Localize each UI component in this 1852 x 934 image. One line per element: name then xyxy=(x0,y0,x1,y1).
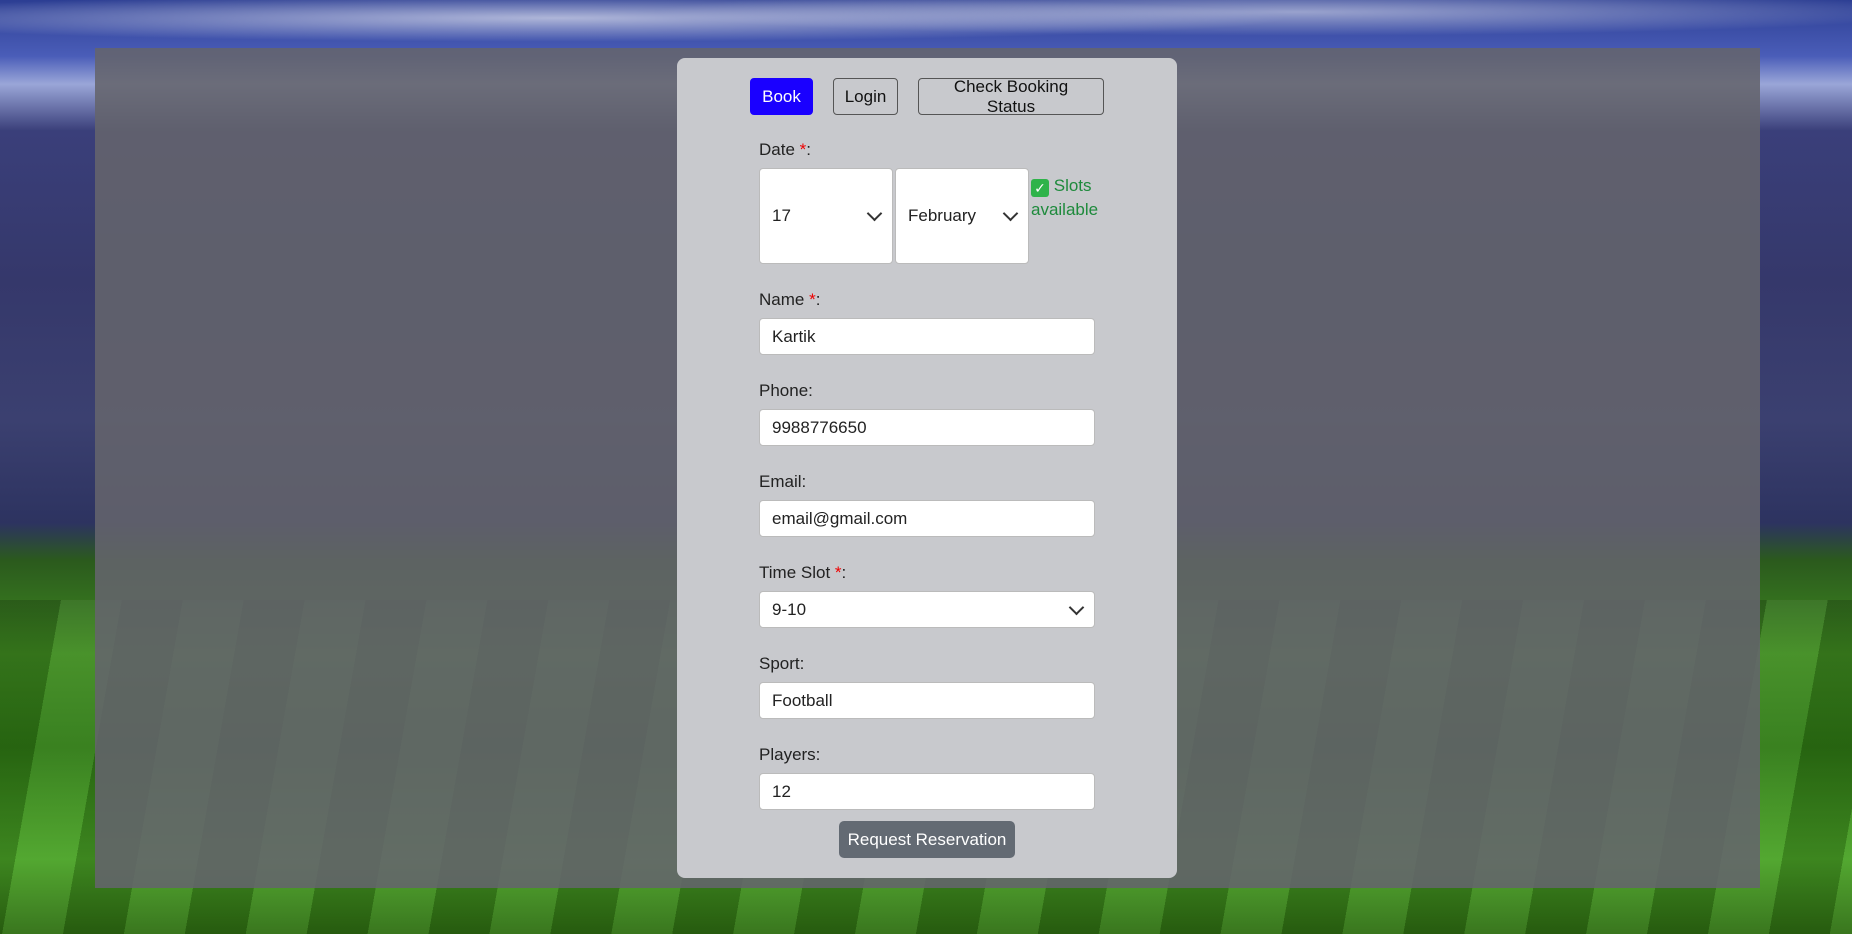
required-mark: * xyxy=(809,290,816,309)
check-mark-icon: ✓ xyxy=(1031,179,1049,197)
players-group: Players: 12 xyxy=(759,743,1095,810)
sport-label: Sport: xyxy=(759,654,805,673)
date-group: Date *: 17 February ✓ Slots available xyxy=(759,138,1098,264)
email-group: Email: email@gmail.com xyxy=(759,470,1095,537)
date-label: Date *: xyxy=(759,140,811,159)
request-reservation-button[interactable]: Request Reservation xyxy=(839,821,1015,858)
chevron-down-icon xyxy=(1068,599,1085,615)
date-row: 17 February ✓ Slots available xyxy=(759,168,1098,264)
name-group: Name *: Kartik xyxy=(759,288,1095,355)
players-input[interactable]: 12 xyxy=(759,773,1095,810)
login-tab-button[interactable]: Login xyxy=(833,78,898,115)
sport-group: Sport: Football xyxy=(759,652,1095,719)
phone-input[interactable]: 9988776650 xyxy=(759,409,1095,446)
phone-label: Phone: xyxy=(759,381,813,400)
name-label: Name *: xyxy=(759,290,821,309)
month-select[interactable]: February xyxy=(895,168,1029,264)
time-slot-label: Time Slot *: xyxy=(759,563,847,582)
book-tab-button[interactable]: Book xyxy=(750,78,813,115)
booking-form: Date *: 17 February ✓ Slots available Na… xyxy=(759,138,1098,834)
time-slot-group: Time Slot *: 9-10 xyxy=(759,561,1095,628)
booking-card: Book Login Check Booking Status Date *: … xyxy=(677,58,1177,878)
time-slot-value: 9-10 xyxy=(772,599,807,619)
check-booking-status-button[interactable]: Check Booking Status xyxy=(918,77,1104,116)
slots-availability: ✓ Slots available xyxy=(1031,174,1098,222)
month-value: February xyxy=(908,206,977,225)
email-input[interactable]: email@gmail.com xyxy=(759,500,1095,537)
chevron-down-icon xyxy=(866,205,883,222)
sport-input[interactable]: Football xyxy=(759,682,1095,719)
day-value: 17 xyxy=(772,206,791,225)
time-slot-select[interactable]: 9-10 xyxy=(759,591,1095,628)
phone-group: Phone: 9988776650 xyxy=(759,379,1095,446)
players-label: Players: xyxy=(759,745,821,764)
top-nav: Book Login Check Booking Status xyxy=(677,77,1177,116)
name-input[interactable]: Kartik xyxy=(759,318,1095,355)
required-mark: * xyxy=(834,563,842,582)
chevron-down-icon xyxy=(1002,205,1019,222)
day-select[interactable]: 17 xyxy=(759,168,893,264)
email-label: Email: xyxy=(759,472,807,491)
